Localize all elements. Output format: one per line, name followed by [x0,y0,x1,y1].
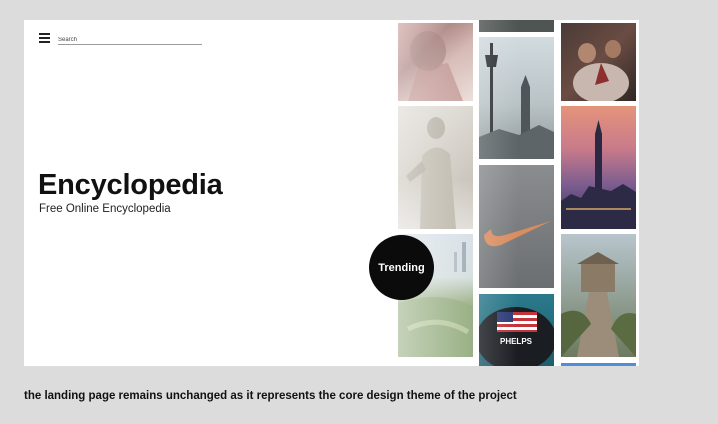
wedding-ceremony-photo-tile[interactable] [561,23,636,101]
roman-statue-photo-tile[interactable] [398,106,473,229]
hamburger-menu-icon[interactable] [39,33,50,43]
sports-player-image [408,31,463,101]
phelps-swim-cap-tile[interactable]: PHELPS [479,294,554,366]
page-subtitle: Free Online Encyclopedia [39,203,171,215]
nike-swoosh-icon [484,221,551,247]
great-wall-image [561,252,636,357]
page-title: Encyclopedia [38,169,223,201]
search-input[interactable] [58,35,202,44]
trending-button-label: Trending [378,261,425,274]
search-field[interactable] [58,35,202,45]
landing-page-frame: Encyclopedia Free Online Encyclopedia [24,20,639,366]
sports-player-photo-tile[interactable] [398,23,473,101]
swim-cap-flag-image: PHELPS [479,307,554,366]
swim-cap-text: PHELPS [500,337,533,346]
nike-logo-tile[interactable] [479,165,554,288]
great-wall-photo-tile[interactable] [561,234,636,357]
roman-statue-image [406,117,456,229]
top-photo-tile[interactable] [479,20,554,32]
city-skyline-image [561,120,636,229]
london-street-lamp-big-ben-tile[interactable] [479,37,554,159]
bottom-photo-tile[interactable] [561,363,636,366]
page-caption: the landing page remains unchanged as it… [24,390,517,402]
trending-button[interactable]: Trending [369,235,434,300]
wedding-ceremony-image [573,40,629,101]
city-skyline-sunset-tile[interactable] [561,106,636,229]
london-street-lamp-image [479,43,554,159]
